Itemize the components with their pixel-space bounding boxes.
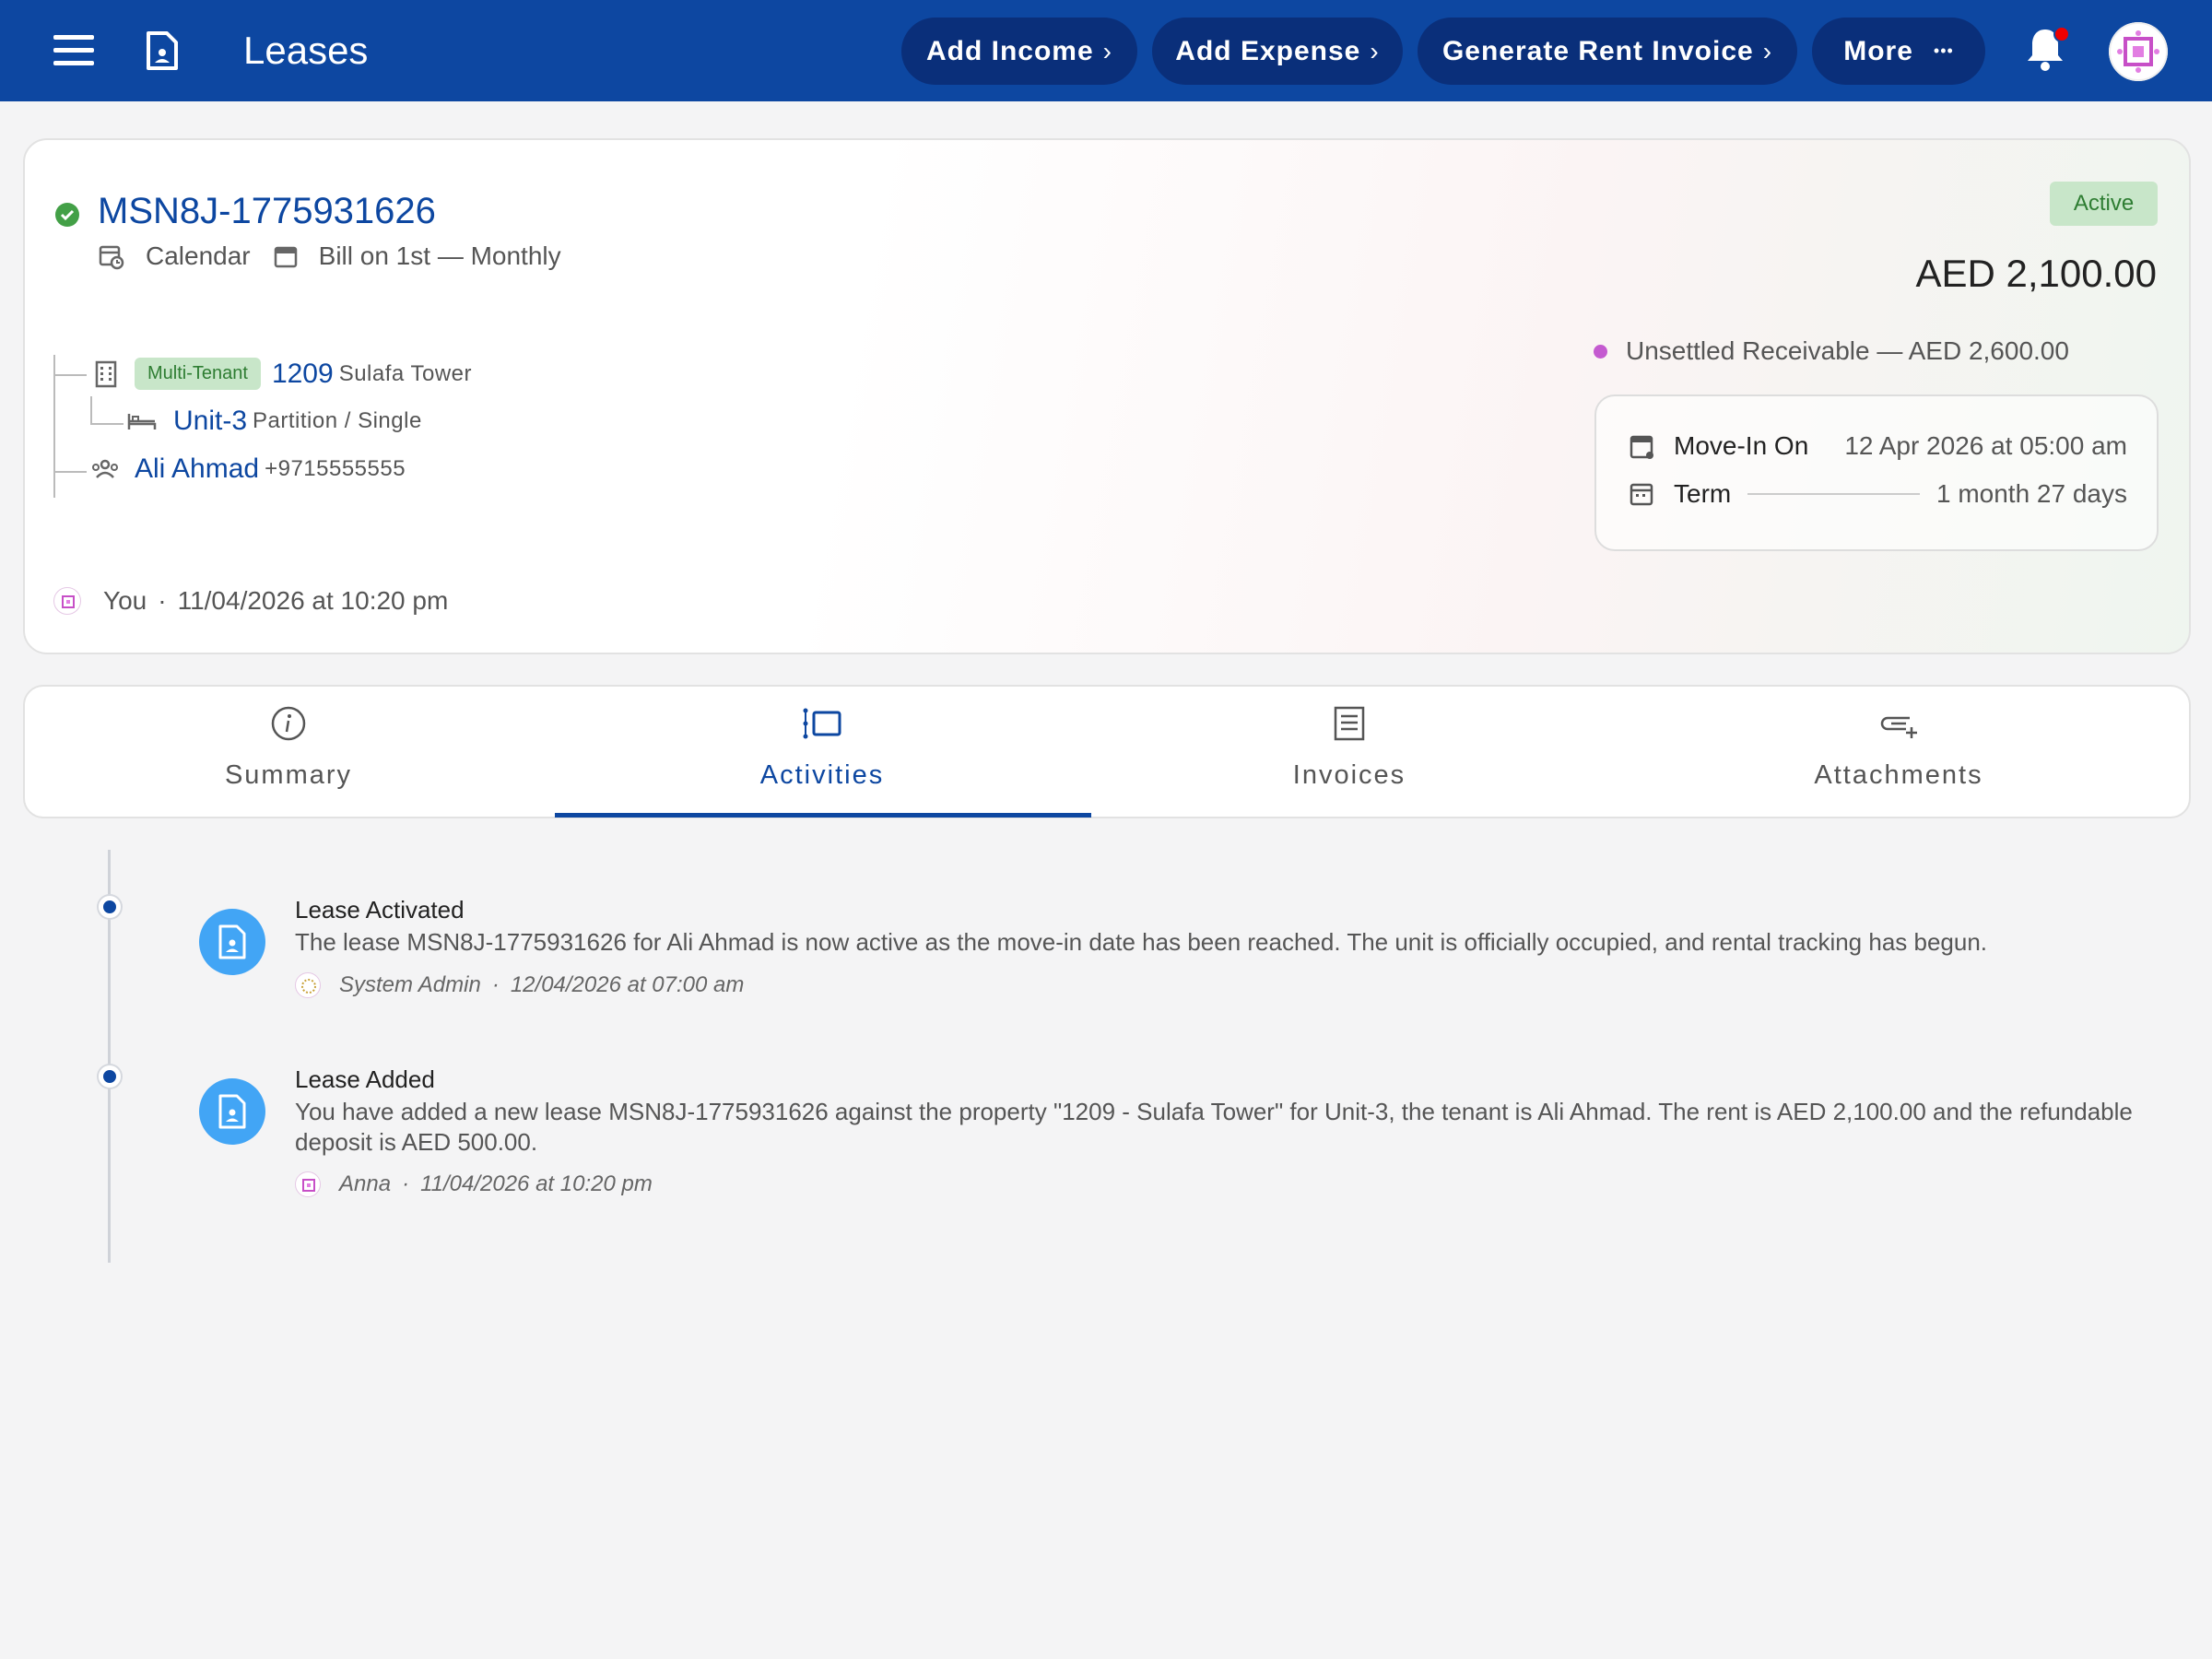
chevron-right-icon: ›: [1762, 36, 1773, 65]
activity-timestamp: 12/04/2026 at 07:00 am: [510, 972, 745, 997]
activity-meta: System Admin · 12/04/2026 at 07:00 am: [295, 972, 744, 998]
billing-schedule: Bill on 1st — Monthly: [318, 241, 561, 270]
multi-tenant-tag: Multi-Tenant: [135, 358, 261, 390]
generate-rent-invoice-button[interactable]: Generate Rent Invoice ›: [1418, 18, 1797, 85]
attachment-add-icon: [1880, 716, 1917, 738]
calendar-event-icon: [1630, 435, 1653, 459]
active-tab-indicator: [555, 813, 1091, 818]
activity-title: Lease Activated: [295, 896, 465, 924]
unit-detail: Partition / Single: [253, 408, 422, 433]
add-expense-label: Add Expense: [1175, 35, 1361, 66]
separator-dot: ·: [402, 1171, 410, 1196]
term-row: Term 1 month 27 days: [1630, 479, 2127, 509]
avatar-pattern-icon: [2109, 22, 2168, 81]
invoice-icon: [1334, 706, 1365, 741]
tenant-phone: +9715555555: [265, 456, 406, 481]
receivable-dot-icon: [1594, 344, 1607, 359]
receivable-text: Unsettled Receivable — AED 2,600.00: [1626, 336, 2069, 365]
tab-activities[interactable]: Activities: [730, 685, 914, 818]
calendar-icon: [1630, 483, 1653, 506]
tree-branch: [53, 374, 87, 376]
tree-branch: [53, 471, 87, 473]
info-icon: [271, 706, 306, 741]
status-badge: Active: [2050, 182, 2158, 226]
lease-amount: AED 2,100.00: [1915, 252, 2157, 295]
property-row: Multi-Tenant 1209 Sulafa Tower: [94, 358, 472, 390]
unsettled-receivable: Unsettled Receivable — AED 2,600.00: [1594, 336, 2069, 366]
chevron-right-icon: ›: [1102, 36, 1112, 65]
people-icon: [92, 459, 118, 478]
tab-attachments-label: Attachments: [1814, 760, 1983, 790]
author-avatar: [295, 1171, 321, 1197]
activity-description: You have added a new lease MSN8J-1775931…: [295, 1098, 2133, 1156]
more-dots-icon: •••: [1933, 41, 1954, 60]
timeline-dot: [99, 896, 121, 918]
calendar-clock-icon: [99, 245, 124, 270]
activity-meta: Anna · 11/04/2026 at 10:20 pm: [295, 1171, 653, 1197]
tab-summary[interactable]: [196, 0, 381, 134]
property-number-link[interactable]: 1209: [272, 359, 334, 390]
user-avatar[interactable]: [2109, 22, 2168, 81]
term-divider: [1747, 493, 1920, 495]
activity-title: Lease Added: [295, 1065, 435, 1093]
add-income-button[interactable]: Add Income ›: [901, 18, 1137, 85]
generate-rent-invoice-label: Generate Rent Invoice: [1441, 35, 1754, 66]
move-in-row: Move-In On 12 Apr 2026 at 05:00 am: [1630, 431, 2127, 461]
calendar-type: Calendar: [146, 241, 251, 270]
property-name: Sulafa Tower: [338, 360, 472, 386]
tab-summary-label: Summary: [224, 760, 353, 790]
term-value: 1 month 27 days: [1936, 479, 2127, 508]
chevron-right-icon: ›: [1370, 36, 1380, 65]
calendar-icon: [274, 246, 297, 268]
notification-badge: [2053, 26, 2070, 42]
more-button[interactable]: More •••: [1812, 18, 1985, 85]
move-in-label: Move-In On: [1674, 431, 1809, 460]
separator-dot: ·: [158, 586, 167, 615]
unit-row: Unit-3 Partition / Single: [127, 406, 422, 437]
creator-avatar: [53, 587, 81, 615]
timeline-dot: [99, 1065, 121, 1088]
author-avatar: [295, 972, 321, 998]
more-label: More: [1843, 35, 1913, 66]
tab-activities-label: Activities: [759, 760, 885, 790]
tenant-name-link[interactable]: Ali Ahmad: [135, 453, 259, 485]
document-icon: [147, 31, 178, 70]
tree-line: [53, 355, 55, 498]
created-by: You: [103, 586, 147, 615]
lease-document-icon: [199, 909, 265, 975]
tree-line: [90, 396, 92, 424]
bed-icon: [127, 414, 157, 429]
tab-attachments[interactable]: Attachments: [1806, 685, 1991, 818]
activity-description: The lease MSN8J-1775931626 for Ali Ahmad…: [295, 928, 1988, 956]
building-icon: [95, 360, 117, 387]
unit-link[interactable]: Unit-3: [173, 406, 247, 437]
term-label: Term: [1674, 479, 1732, 508]
lease-id[interactable]: MSN8J-1775931626: [98, 191, 436, 232]
separator-dot: ·: [491, 972, 500, 997]
activity-author: System Admin: [339, 972, 481, 997]
activities-icon: [803, 708, 841, 739]
tab-summary[interactable]: Summary: [196, 685, 381, 818]
created-at: 11/04/2026 at 10:20 pm: [177, 586, 449, 615]
lease-dates-box: Move-In On 12 Apr 2026 at 05:00 am Term …: [1594, 394, 2159, 551]
lease-document-icon: [199, 1078, 265, 1145]
menu-icon[interactable]: [53, 35, 94, 66]
activity-timestamp: 11/04/2026 at 10:20 pm: [420, 1171, 653, 1196]
add-income-label: Add Income: [925, 35, 1094, 66]
move-in-value: 12 Apr 2026 at 05:00 am: [1844, 431, 2127, 460]
lease-meta: Calendar Bill on 1st — Monthly: [98, 241, 561, 271]
tenant-row: Ali Ahmad +9715555555: [90, 453, 406, 485]
tree-branch: [90, 423, 124, 425]
tab-invoices-label: Invoices: [1292, 760, 1406, 790]
created-by-row: You · 11/04/2026 at 10:20 pm: [53, 586, 448, 616]
tab-invoices[interactable]: Invoices: [1257, 685, 1441, 818]
check-circle-icon: [55, 203, 79, 227]
add-expense-button[interactable]: Add Expense ›: [1152, 18, 1403, 85]
activity-author: Anna: [339, 1171, 392, 1196]
